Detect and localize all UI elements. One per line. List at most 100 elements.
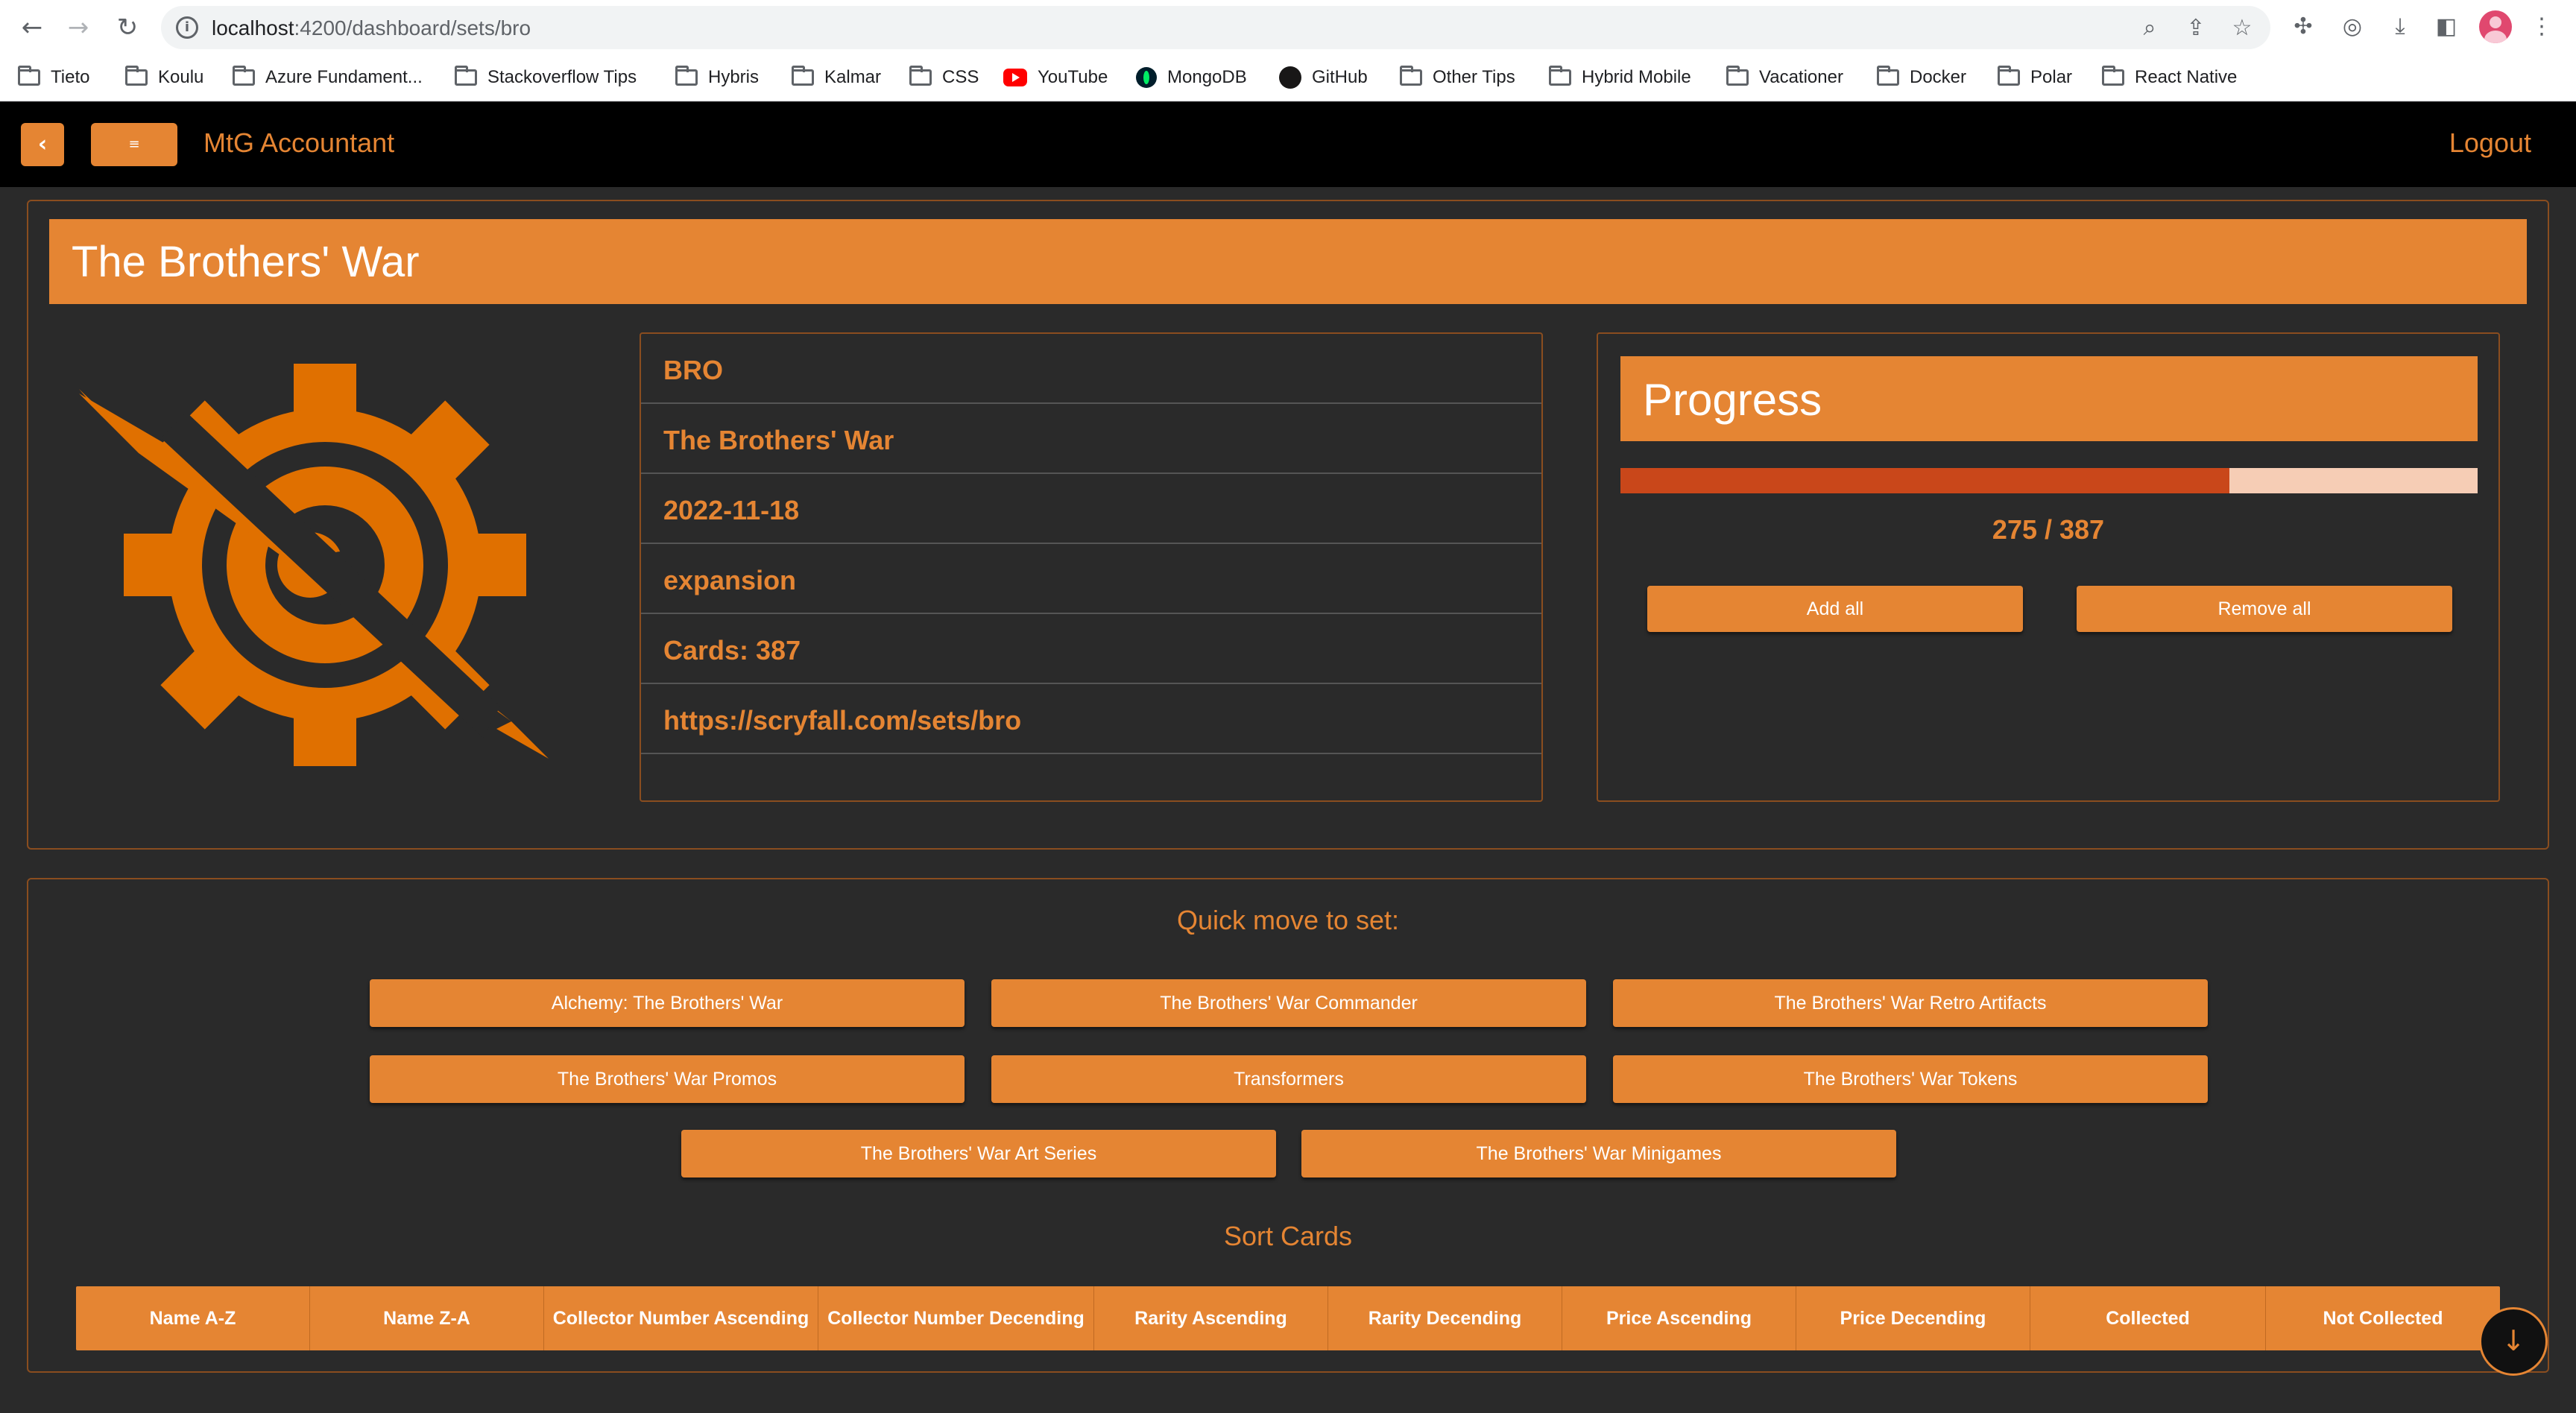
quick-move-set-button[interactable]: The Brothers' War Retro Artifacts xyxy=(1613,979,2208,1027)
side-panel-icon[interactable]: ◧ xyxy=(2430,10,2463,43)
bookmark-star-icon[interactable]: ☆ xyxy=(2229,15,2255,42)
set-info-list: BRO The Brothers' War 2022-11-18 expansi… xyxy=(640,332,1543,802)
quick-move-set-button[interactable]: The Brothers' War Minigames xyxy=(1301,1130,1896,1178)
bookmark-koulu[interactable]: Koulu xyxy=(125,63,203,92)
address-bar[interactable]: i localhost:4200/dashboard/sets/bro ⌕ ⇪ … xyxy=(161,6,2270,49)
browser-forward-icon[interactable]: → xyxy=(60,9,97,46)
set-release-row: 2022-11-18 xyxy=(641,474,1541,544)
bookmarks-bar: Tieto Koulu Azure Fundament... Stackover… xyxy=(0,55,2576,101)
quick-move-set-button[interactable]: The Brothers' War Art Series xyxy=(681,1130,1276,1178)
github-icon xyxy=(1279,66,1301,89)
performance-icon[interactable]: ◎ xyxy=(2336,10,2369,43)
bookmark-css[interactable]: CSS xyxy=(909,63,979,92)
bookmark-polar[interactable]: Polar xyxy=(1998,63,2072,92)
bookmark-mongodb[interactable]: MongoDB xyxy=(1136,63,1247,92)
zoom-icon[interactable]: ⌕ xyxy=(2136,15,2163,42)
sort-rarity-asc-button[interactable]: Rarity Ascending xyxy=(1094,1286,1328,1350)
browser-back-icon[interactable]: ← xyxy=(13,9,51,46)
sort-name-az-button[interactable]: Name A-Z xyxy=(76,1286,310,1350)
quick-move-set-button[interactable]: The Brothers' War Commander xyxy=(991,979,1586,1027)
scroll-down-button[interactable]: ↓ xyxy=(2479,1307,2548,1376)
quick-move-set-button[interactable]: Transformers xyxy=(991,1055,1586,1103)
set-name: The Brothers' War xyxy=(663,425,894,455)
menu-button[interactable]: ≡ xyxy=(91,123,177,166)
set-url-link[interactable]: https://scryfall.com/sets/bro xyxy=(663,705,1021,736)
bookmark-hybrid-mobile[interactable]: Hybrid Mobile xyxy=(1549,63,1691,92)
remove-all-button[interactable]: Remove all xyxy=(2077,586,2452,632)
bookmark-azure[interactable]: Azure Fundament... xyxy=(233,63,423,92)
set-cards-row: Cards: 387 xyxy=(641,614,1541,684)
folder-icon xyxy=(1877,66,1899,86)
bookmark-youtube[interactable]: YouTube xyxy=(1003,63,1108,92)
app-title[interactable]: MtG Accountant xyxy=(203,127,394,159)
folder-icon xyxy=(1726,66,1749,86)
set-symbol-icon xyxy=(79,364,549,766)
browser-chrome: ← → ↻ i localhost:4200/dashboard/sets/br… xyxy=(0,0,2576,55)
profile-avatar[interactable] xyxy=(2479,10,2512,43)
set-type: expansion xyxy=(663,565,797,595)
bookmark-stackoverflow[interactable]: Stackoverflow Tips xyxy=(455,63,637,92)
set-release-date: 2022-11-18 xyxy=(663,495,800,525)
set-card-count: Cards: 387 xyxy=(663,635,801,666)
sort-collected-button[interactable]: Collected xyxy=(2030,1286,2266,1350)
browser-reload-icon[interactable]: ↻ xyxy=(109,9,146,46)
sort-collector-desc-button[interactable]: Collector Number Decending xyxy=(818,1286,1094,1350)
folder-icon xyxy=(2102,66,2124,86)
bookmark-docker[interactable]: Docker xyxy=(1877,63,1966,92)
quick-move-set-button[interactable]: The Brothers' War Tokens xyxy=(1613,1055,2208,1103)
sort-not-collected-button[interactable]: Not Collected xyxy=(2266,1286,2500,1350)
add-all-button[interactable]: Add all xyxy=(1647,586,2023,632)
folder-icon xyxy=(909,66,932,86)
progress-card: Progress 275 / 387 Add all Remove all xyxy=(1597,332,2500,802)
progress-header: Progress xyxy=(1620,356,2478,441)
bookmark-vacationer[interactable]: Vacationer xyxy=(1726,63,1843,92)
extensions-icon[interactable]: ✣ xyxy=(2287,10,2320,43)
bookmark-react-native[interactable]: React Native xyxy=(2102,63,2237,92)
folder-icon xyxy=(455,66,477,86)
app-toolbar: ‹ ≡ MtG Accountant Logout xyxy=(0,102,2576,187)
browser-menu-icon[interactable]: ⋮ xyxy=(2525,10,2558,43)
quick-move-title: Quick move to set: xyxy=(1176,905,1400,935)
set-name-row: The Brothers' War xyxy=(641,404,1541,474)
sort-rarity-desc-button[interactable]: Rarity Decending xyxy=(1328,1286,1562,1350)
progress-count: 275 / 387 xyxy=(1992,514,2105,545)
back-button[interactable]: ‹ xyxy=(21,123,64,166)
folder-icon xyxy=(1549,66,1571,86)
quick-move-set-button[interactable]: The Brothers' War Promos xyxy=(370,1055,965,1103)
site-info-icon[interactable]: i xyxy=(176,16,198,39)
mongodb-icon xyxy=(1136,67,1157,88)
downloads-icon[interactable]: ⤓ xyxy=(2384,10,2416,43)
progress-title: Progress xyxy=(1643,375,1822,425)
sort-collector-asc-button[interactable]: Collector Number Ascending xyxy=(544,1286,818,1350)
bookmark-github[interactable]: GitHub xyxy=(1279,63,1368,92)
progress-bar xyxy=(1620,468,2478,493)
bookmark-tieto[interactable]: Tieto xyxy=(18,63,89,92)
bookmark-other-tips[interactable]: Other Tips xyxy=(1400,63,1515,92)
folder-icon xyxy=(233,66,255,86)
set-type-row: expansion xyxy=(641,544,1541,614)
set-header: The Brothers' War xyxy=(49,219,2527,304)
quick-move-set-button[interactable]: Alchemy: The Brothers' War xyxy=(370,979,965,1027)
set-url-row: https://scryfall.com/sets/bro xyxy=(641,684,1541,754)
set-code-row: BRO xyxy=(641,334,1541,404)
sort-price-desc-button[interactable]: Price Decending xyxy=(1796,1286,2030,1350)
url-text: localhost:4200/dashboard/sets/bro xyxy=(212,16,531,39)
folder-icon xyxy=(125,66,148,86)
sort-cards-title: Sort Cards xyxy=(1223,1221,1353,1251)
folder-icon xyxy=(792,66,814,86)
youtube-icon xyxy=(1003,69,1027,86)
bookmark-hybris[interactable]: Hybris xyxy=(675,63,759,92)
set-title: The Brothers' War xyxy=(72,238,420,286)
progress-bar-fill xyxy=(1620,468,2230,493)
sort-button-group: Name A-Z Name Z-A Collector Number Ascen… xyxy=(76,1286,2500,1350)
set-code: BRO xyxy=(663,355,723,385)
share-icon[interactable]: ⇪ xyxy=(2182,15,2209,42)
folder-icon xyxy=(675,66,698,86)
folder-icon xyxy=(18,66,40,86)
folder-icon xyxy=(1998,66,2020,86)
folder-icon xyxy=(1400,66,1422,86)
logout-button[interactable]: Logout xyxy=(2449,127,2531,159)
bookmark-kalmar[interactable]: Kalmar xyxy=(792,63,881,92)
sort-name-za-button[interactable]: Name Z-A xyxy=(310,1286,544,1350)
sort-price-asc-button[interactable]: Price Ascending xyxy=(1562,1286,1796,1350)
